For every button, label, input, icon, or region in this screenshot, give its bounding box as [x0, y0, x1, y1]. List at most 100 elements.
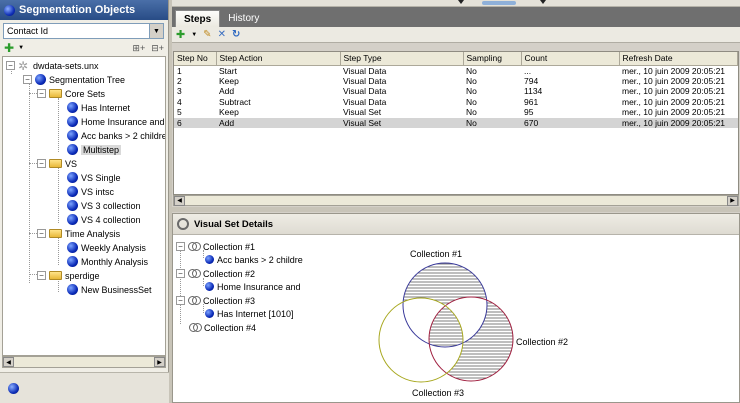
- tree-item-acc-banks[interactable]: Acc banks > 2 childre: [67, 129, 165, 142]
- tree-node-label: VS 3 collection: [81, 200, 141, 211]
- tree-item-weekly-analysis[interactable]: Weekly Analysis: [67, 241, 146, 254]
- step-type-cell: Visual Set: [340, 117, 463, 128]
- step-type-cell: Visual Set: [343, 107, 382, 118]
- column-header[interactable]: Count: [521, 52, 620, 66]
- tree-item-vs-single[interactable]: VS Single: [67, 171, 121, 184]
- collapse-icon[interactable]: −: [176, 269, 185, 278]
- table-row[interactable]: 2 Keep Visual Data No 794 mer., 10 juin …: [174, 76, 738, 87]
- tab-steps[interactable]: Steps: [175, 10, 221, 27]
- segmentation-footer-icon[interactable]: [8, 383, 19, 394]
- refresh-date-cell: mer., 10 juin 2009 20:05:21: [622, 75, 726, 86]
- contact-id-value: Contact Id: [7, 26, 49, 36]
- sampling-cell: No: [466, 86, 477, 97]
- folder-icon: [49, 271, 62, 280]
- collapse-icon[interactable]: −: [37, 229, 46, 238]
- add-step-icon[interactable]: ✚: [176, 29, 185, 40]
- add-icon[interactable]: ✚: [4, 41, 14, 55]
- collapse-icon[interactable]: −: [37, 89, 46, 98]
- collection-1-child[interactable]: Acc banks > 2 childre: [205, 253, 303, 266]
- collection-3-child[interactable]: Has Internet [1010]: [205, 307, 294, 320]
- tree-item-vs-intsc[interactable]: VS intsc: [67, 185, 114, 198]
- edit-pencil-icon[interactable]: ✎: [203, 29, 211, 40]
- collapse-all-icon[interactable]: ⊟+: [151, 43, 164, 54]
- segmentation-tree-icon: [35, 74, 46, 85]
- refresh-date-cell: mer., 10 juin 2009 20:05:21: [622, 107, 726, 118]
- tree-folder-vs[interactable]: − VS: [37, 157, 77, 170]
- column-header[interactable]: Step Type: [340, 52, 464, 66]
- segment-icon: [67, 144, 78, 155]
- main-area: Steps History ✚ ▼ ✎ ✕ ↻ Step No Step Act…: [172, 0, 740, 403]
- tree-item-vs-4-collection[interactable]: VS 4 collection: [67, 213, 141, 226]
- collapse-icon[interactable]: −: [176, 296, 185, 305]
- table-row-selected[interactable]: 6 Add Visual Set No 670 mer., 10 juin 20…: [174, 117, 738, 128]
- count-cell: ...: [524, 65, 532, 76]
- column-header[interactable]: Sampling: [463, 52, 522, 66]
- horizontal-splitter[interactable]: [172, 207, 740, 212]
- tree-folder-sperdige[interactable]: − sperdige: [37, 269, 100, 282]
- contact-id-select[interactable]: Contact Id ▼: [3, 23, 164, 39]
- venn-label-collection-3: Collection #3: [412, 388, 464, 398]
- scroll-left-icon[interactable]: ◀: [3, 357, 14, 367]
- tab-history[interactable]: History: [220, 10, 267, 27]
- collapse-icon[interactable]: −: [37, 159, 46, 168]
- segment-icon: [205, 309, 214, 318]
- tree-horizontal-scrollbar[interactable]: ◀ ▶: [2, 356, 166, 368]
- collapse-icon[interactable]: −: [6, 61, 15, 70]
- table-row[interactable]: 1 Start Visual Data No ... mer., 10 juin…: [174, 65, 738, 76]
- step-no-cell: 6: [174, 117, 216, 128]
- tree-item-new-businessset[interactable]: New BusinessSet: [67, 283, 152, 296]
- collection-4-node[interactable]: Collection #4: [189, 321, 256, 334]
- table-row[interactable]: 4 Subtract Visual Data No 961 mer., 10 j…: [174, 97, 738, 108]
- tab-bar: Steps History: [172, 7, 740, 27]
- refresh-icon[interactable]: ↻: [232, 29, 240, 40]
- collapse-icon[interactable]: −: [37, 271, 46, 280]
- scroll-left-icon[interactable]: ◀: [174, 195, 185, 206]
- collection-2-node[interactable]: − Collection #2: [176, 267, 255, 280]
- scroll-right-icon[interactable]: ▶: [727, 195, 738, 206]
- tree-folder-time-analysis[interactable]: − Time Analysis: [37, 227, 120, 240]
- venn-diagram[interactable]: Collection #1 Collection #2 Collection #…: [343, 236, 603, 402]
- collection-3-node[interactable]: − Collection #3: [176, 294, 255, 307]
- scroll-right-icon[interactable]: ▶: [154, 357, 165, 367]
- collection-2-child[interactable]: Home Insurance and: [205, 280, 301, 293]
- tree-item-multistep[interactable]: Multistep: [67, 143, 122, 156]
- tree-toolbar: ✚ ▼ ⊞+ ⊟+: [0, 39, 168, 57]
- splitter-grip[interactable]: [482, 1, 516, 5]
- table-row[interactable]: 5 Keep Visual Set No 95 mer., 10 juin 20…: [174, 107, 738, 118]
- sampling-cell: No: [463, 117, 521, 128]
- steps-horizontal-scrollbar[interactable]: ◀ ▶: [173, 195, 739, 206]
- table-row[interactable]: 3 Add Visual Data No 1134 mer., 10 juin …: [174, 86, 738, 97]
- tree-item-home-insurance[interactable]: Home Insurance and: [67, 115, 165, 128]
- visual-set-icon: [177, 218, 189, 230]
- chevron-down-icon[interactable]: ▼: [149, 24, 163, 38]
- collapse-icon[interactable]: −: [23, 75, 32, 84]
- column-header[interactable]: Refresh Date: [619, 52, 738, 66]
- venn-hatched-regions: [379, 263, 513, 382]
- tree-item-has-internet[interactable]: Has Internet: [67, 101, 130, 114]
- add-dropdown-icon[interactable]: ▼: [18, 45, 24, 51]
- collection-1-node[interactable]: − Collection #1: [176, 240, 255, 253]
- tree-node-label: Time Analysis: [65, 228, 121, 239]
- tree-node-segmentation-tree[interactable]: − Segmentation Tree: [23, 73, 125, 86]
- collapse-icon[interactable]: −: [176, 242, 185, 251]
- column-header[interactable]: Step Action: [216, 52, 341, 66]
- segmentation-logo-icon: [4, 4, 15, 16]
- step-action-cell: Subtract: [219, 96, 251, 107]
- tree-item-monthly-analysis[interactable]: Monthly Analysis: [67, 255, 148, 268]
- add-dropdown-icon[interactable]: ▼: [191, 32, 197, 38]
- segment-icon: [67, 200, 78, 211]
- segment-icon: [205, 255, 214, 264]
- delete-icon[interactable]: ✕: [218, 29, 226, 40]
- tree-item-vs-3-collection[interactable]: VS 3 collection: [67, 199, 141, 212]
- tree-folder-core-sets[interactable]: − Core Sets: [37, 87, 105, 100]
- top-collapse-strip[interactable]: [172, 0, 740, 7]
- expand-all-icon[interactable]: ⊞+: [132, 43, 145, 54]
- expand-arrow-icon[interactable]: [540, 0, 546, 4]
- column-header[interactable]: Step No: [174, 52, 217, 66]
- step-action-cell: Add: [219, 86, 235, 97]
- visual-set-details-header: Visual Set Details: [173, 214, 739, 235]
- collapse-arrow-icon[interactable]: [458, 0, 464, 4]
- step-no-cell: 1: [177, 65, 182, 76]
- tree-node-root[interactable]: − ✲ dwdata-sets.unx: [6, 59, 99, 72]
- analysis-icon: [67, 256, 78, 267]
